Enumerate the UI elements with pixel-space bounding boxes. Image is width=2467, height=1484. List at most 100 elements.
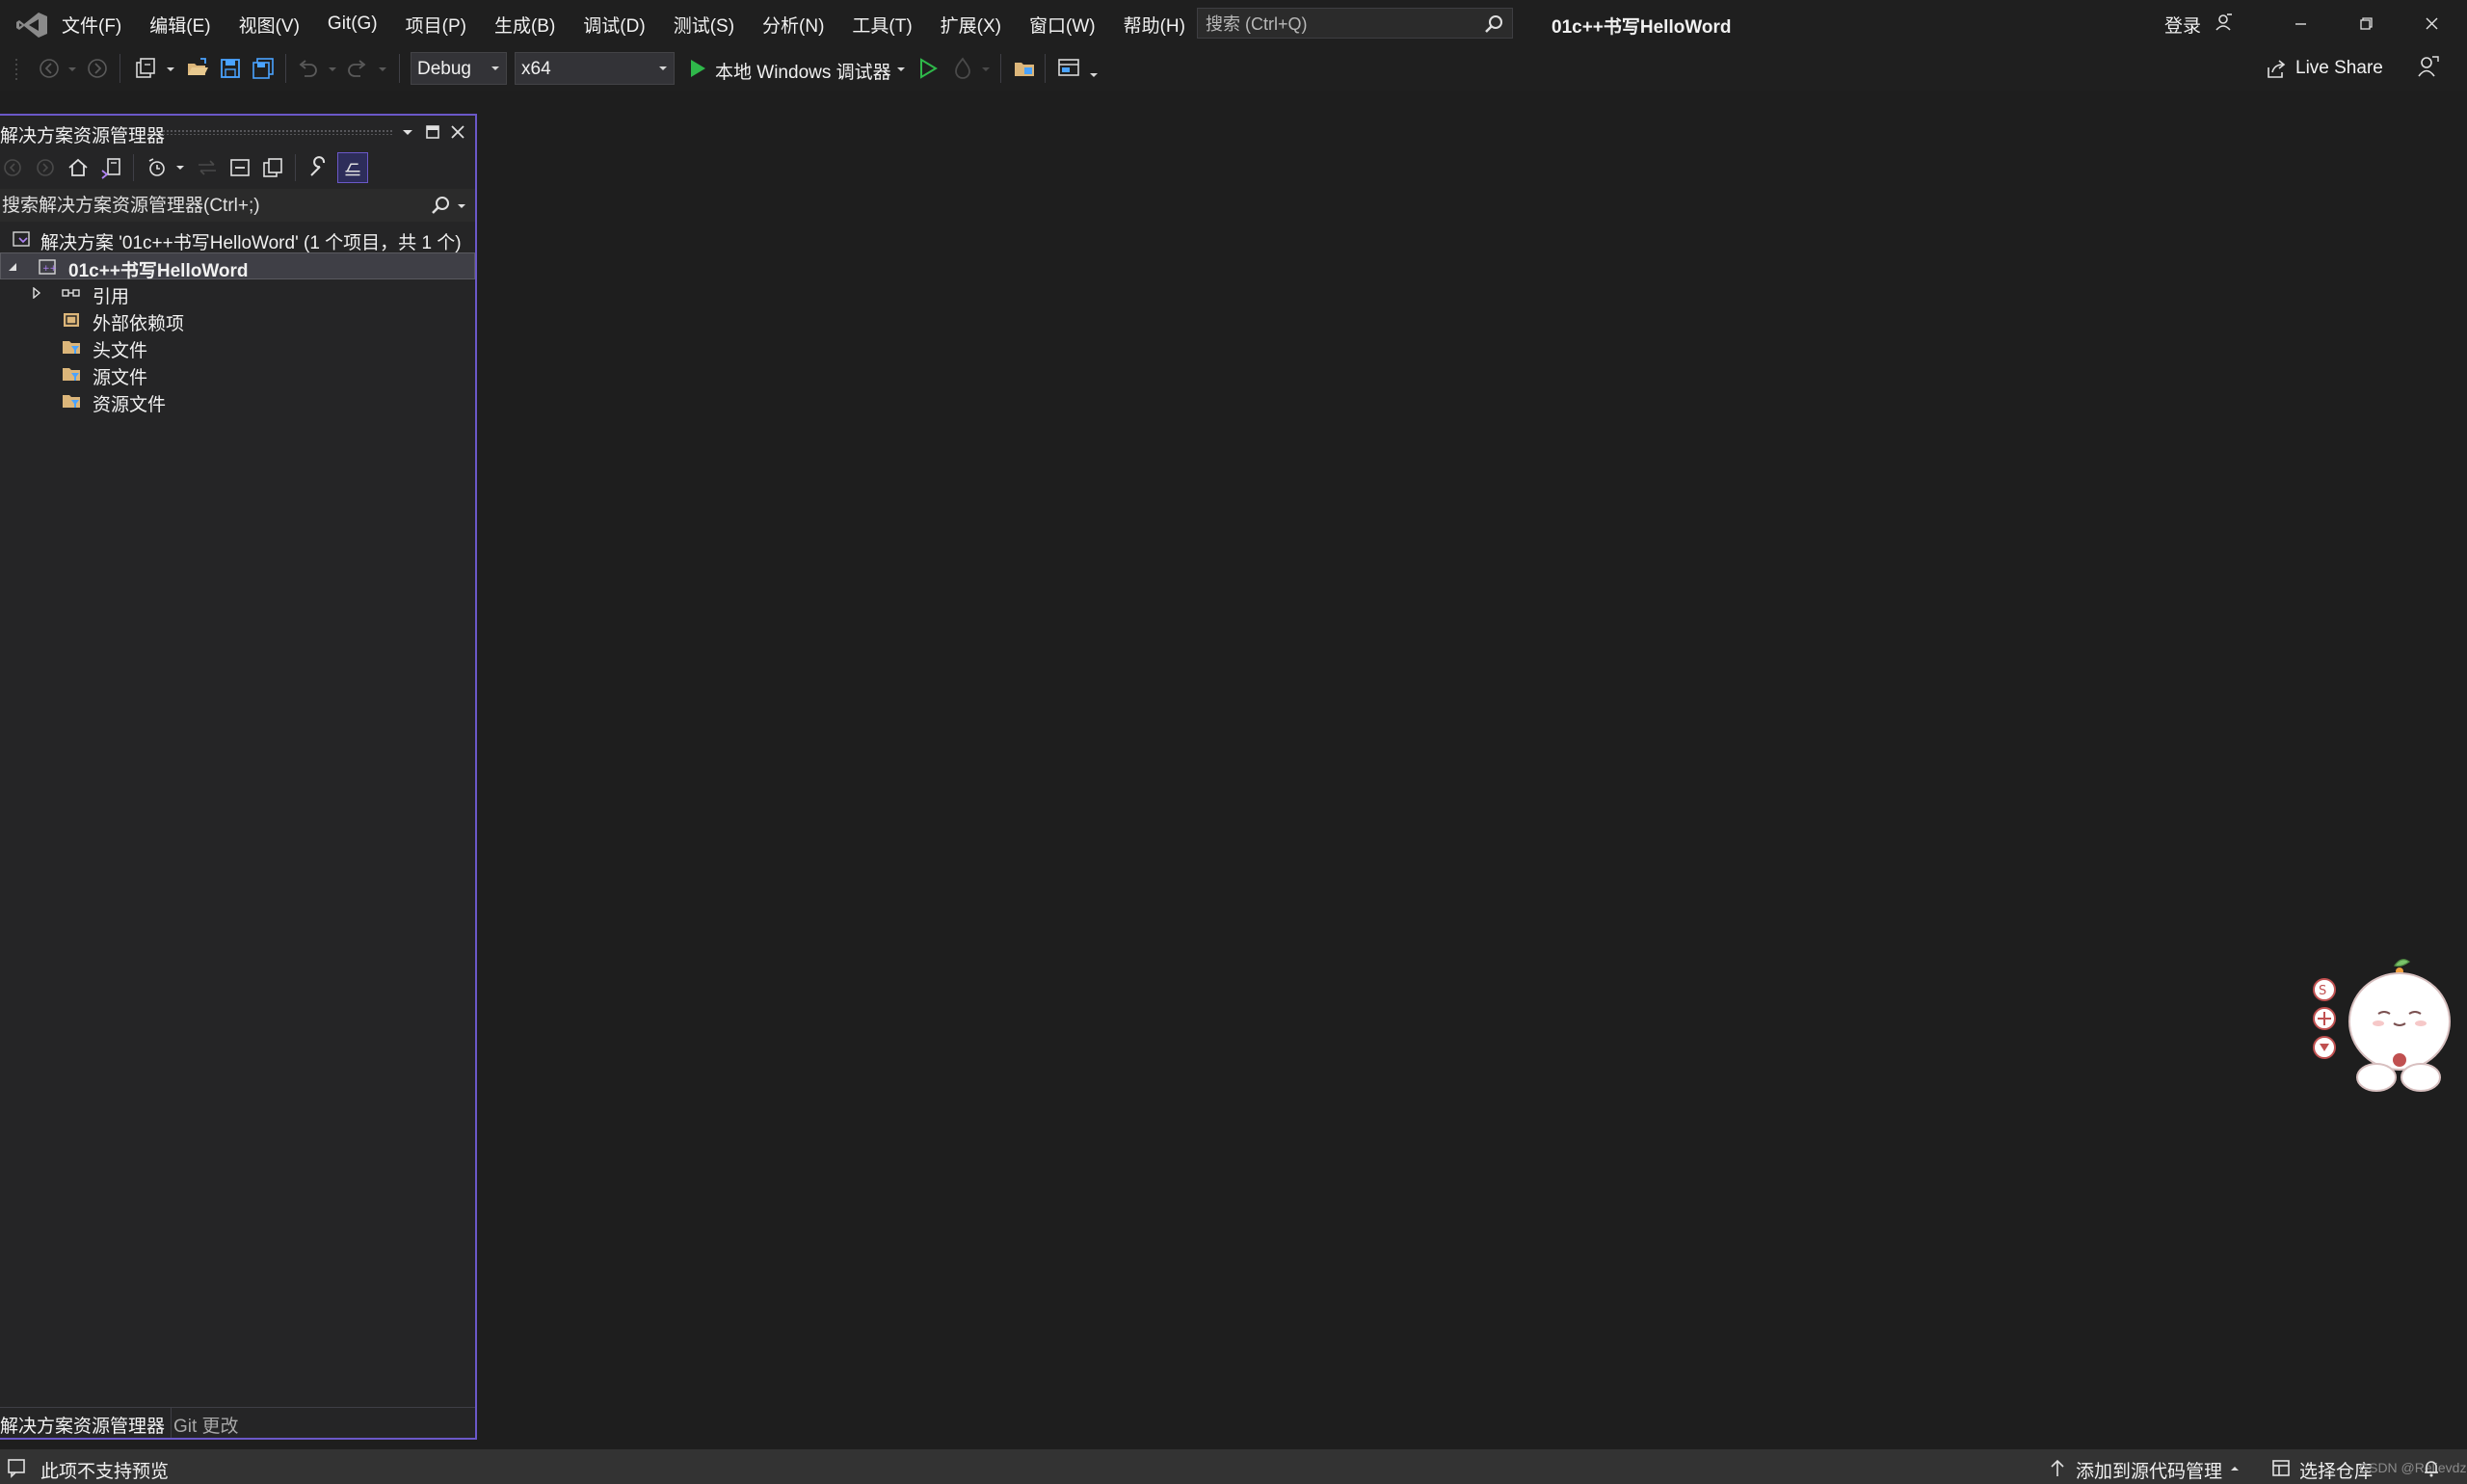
menu-debug[interactable]: 调试(D) <box>583 12 660 38</box>
search-icon[interactable] <box>430 195 451 216</box>
panel-options-chevron-down-icon[interactable] <box>399 123 416 141</box>
tree-item-external-dependencies[interactable]: 外部依赖项 <box>0 306 475 334</box>
tree-item-source-files[interactable]: 源文件 <box>0 360 475 388</box>
auto-hide-pin-icon[interactable] <box>424 123 441 141</box>
debug-target-dropdown-arrow-icon[interactable] <box>896 66 906 73</box>
tree-item-solution[interactable]: 解决方案 '01c++书写HelloWord' (1 个项目，共 1 个) <box>0 225 475 253</box>
new-project-dropdown-arrow-icon[interactable] <box>166 66 175 73</box>
tree-item-label: 资源文件 <box>93 395 167 415</box>
collapsed-triangle-icon[interactable] <box>31 287 42 299</box>
panel-toolbar-separator <box>295 154 296 181</box>
menu-build[interactable]: 生成(B) <box>494 12 570 38</box>
feedback-icon[interactable] <box>2415 54 2440 79</box>
switch-views-icon[interactable] <box>98 155 123 180</box>
floating-mascot-widget-icon[interactable]: S <box>2294 954 2457 1099</box>
hot-reload-icon[interactable] <box>950 56 975 81</box>
close-panel-icon[interactable] <box>449 123 466 141</box>
minimize-button[interactable] <box>2278 8 2322 40</box>
undo-icon[interactable] <box>295 56 320 81</box>
pending-changes-dropdown-arrow-icon[interactable] <box>175 164 185 172</box>
start-without-debugging-icon[interactable] <box>915 56 941 81</box>
menu-tools[interactable]: 工具(T) <box>852 12 927 38</box>
tree-item-label: 头文件 <box>93 341 148 361</box>
toolbar-grip-icon[interactable] <box>13 56 23 81</box>
cpp-project-icon: ++ <box>39 259 57 275</box>
external-dependencies-icon <box>64 313 79 327</box>
solution-explorer-folder-icon[interactable] <box>1012 56 1037 81</box>
tree-item-project[interactable]: ++ 01c++书写HelloWord <box>0 252 475 281</box>
chevron-down-icon <box>659 66 667 70</box>
properties-wrench-icon[interactable] <box>306 155 332 180</box>
references-icon <box>62 289 80 297</box>
menu-test[interactable]: 测试(S) <box>674 12 750 38</box>
menu-edit[interactable]: 编辑(E) <box>149 12 225 38</box>
search-icon[interactable] <box>1483 13 1504 35</box>
tab-solution-explorer[interactable]: 解决方案资源管理器 <box>0 1408 172 1438</box>
search-options-chevron-down-icon[interactable] <box>457 202 466 210</box>
toolbar-separator <box>119 54 120 83</box>
filter-folder-icon <box>63 368 80 381</box>
menu-help[interactable]: 帮助(H) <box>1124 12 1201 38</box>
new-project-icon[interactable] <box>133 56 158 81</box>
tree-item-resource-files[interactable]: 资源文件 <box>0 387 475 415</box>
toolbar-separator <box>399 54 400 83</box>
menu-git[interactable]: Git(G) <box>328 13 393 35</box>
save-all-icon[interactable] <box>251 56 276 81</box>
solution-configuration-dropdown[interactable]: Debug <box>411 52 507 85</box>
tree-item-label: 01c++书写HelloWord <box>68 261 249 281</box>
redo-icon[interactable] <box>345 56 370 81</box>
menu-view[interactable]: 视图(V) <box>239 12 315 38</box>
sign-in-link[interactable]: 登录 <box>2164 12 2201 38</box>
navigate-forward-icon[interactable] <box>85 56 110 81</box>
home-icon[interactable] <box>66 155 91 180</box>
menu-file[interactable]: 文件(F) <box>62 12 137 38</box>
back-dropdown-arrow-icon[interactable] <box>67 66 77 73</box>
panel-tab-strip: 解决方案资源管理器 Git 更改 <box>0 1407 475 1438</box>
navigate-back-icon[interactable] <box>37 56 62 81</box>
forward-icon[interactable] <box>33 155 58 180</box>
pending-changes-filter-icon[interactable] <box>145 155 170 180</box>
chevron-up-icon <box>2231 1467 2239 1471</box>
status-bar: 此项不支持预览 添加到源代码管理 选择仓库 CSDN @Relievdz <box>0 1449 2467 1484</box>
open-folder-icon[interactable] <box>185 56 210 81</box>
expanded-triangle-icon[interactable] <box>7 261 18 273</box>
hot-reload-dropdown-arrow-icon[interactable] <box>981 66 991 73</box>
restore-button[interactable] <box>2344 8 2388 40</box>
account-feedback-icon[interactable] <box>2213 12 2234 33</box>
solution-explorer-search-input[interactable] <box>0 192 418 221</box>
add-to-source-control-label: 添加到源代码管理 <box>2076 1462 2223 1482</box>
visual-studio-logo-icon[interactable] <box>15 12 48 39</box>
tree-item-label: 解决方案 '01c++书写HelloWord' (1 个项目，共 1 个) <box>40 233 462 253</box>
menu-analyze[interactable]: 分析(N) <box>762 12 839 38</box>
undo-dropdown-arrow-icon[interactable] <box>328 66 337 73</box>
back-icon[interactable] <box>0 155 25 180</box>
tab-git-changes[interactable]: Git 更改 <box>173 1412 239 1438</box>
status-text: 此项不支持预览 <box>40 1462 170 1482</box>
window-layout-icon[interactable] <box>1056 56 1081 81</box>
notifications-bell-icon[interactable] <box>2421 1457 2442 1478</box>
tree-item-label: 源文件 <box>93 368 148 388</box>
save-icon[interactable] <box>218 56 243 81</box>
panel-drag-handle[interactable] <box>162 129 393 135</box>
panel-header: 解决方案资源管理器 <box>0 116 475 148</box>
menu-extensions[interactable]: 扩展(X) <box>941 12 1017 38</box>
menu-window[interactable]: 窗口(W) <box>1029 12 1111 38</box>
tree-item-references[interactable]: 引用 <box>0 279 475 307</box>
solution-platform-dropdown[interactable]: x64 <box>515 52 675 85</box>
global-search-input[interactable] <box>1204 11 1477 38</box>
menu-project[interactable]: 项目(P) <box>406 12 482 38</box>
toolbar-options-arrow-icon[interactable] <box>1089 71 1099 79</box>
show-all-files-icon[interactable] <box>260 155 285 180</box>
tree-item-header-files[interactable]: 头文件 <box>0 333 475 361</box>
chevron-down-icon <box>491 66 499 70</box>
redo-dropdown-arrow-icon[interactable] <box>378 66 387 73</box>
preview-selected-items-icon[interactable] <box>337 152 368 183</box>
svg-text:S: S <box>2319 984 2326 998</box>
sync-with-active-document-icon[interactable] <box>195 155 220 180</box>
solution-explorer-panel: 解决方案资源管理器 搜索解决方案资源管理器(Ctrl+;) 解决方案 '01c+… <box>0 114 477 1440</box>
collapse-all-icon[interactable] <box>227 155 252 180</box>
panel-toolbar <box>0 148 475 187</box>
play-icon <box>691 60 705 77</box>
start-debugging-button[interactable]: 本地 Windows 调试器 <box>684 52 908 85</box>
close-window-button[interactable] <box>2409 8 2454 40</box>
